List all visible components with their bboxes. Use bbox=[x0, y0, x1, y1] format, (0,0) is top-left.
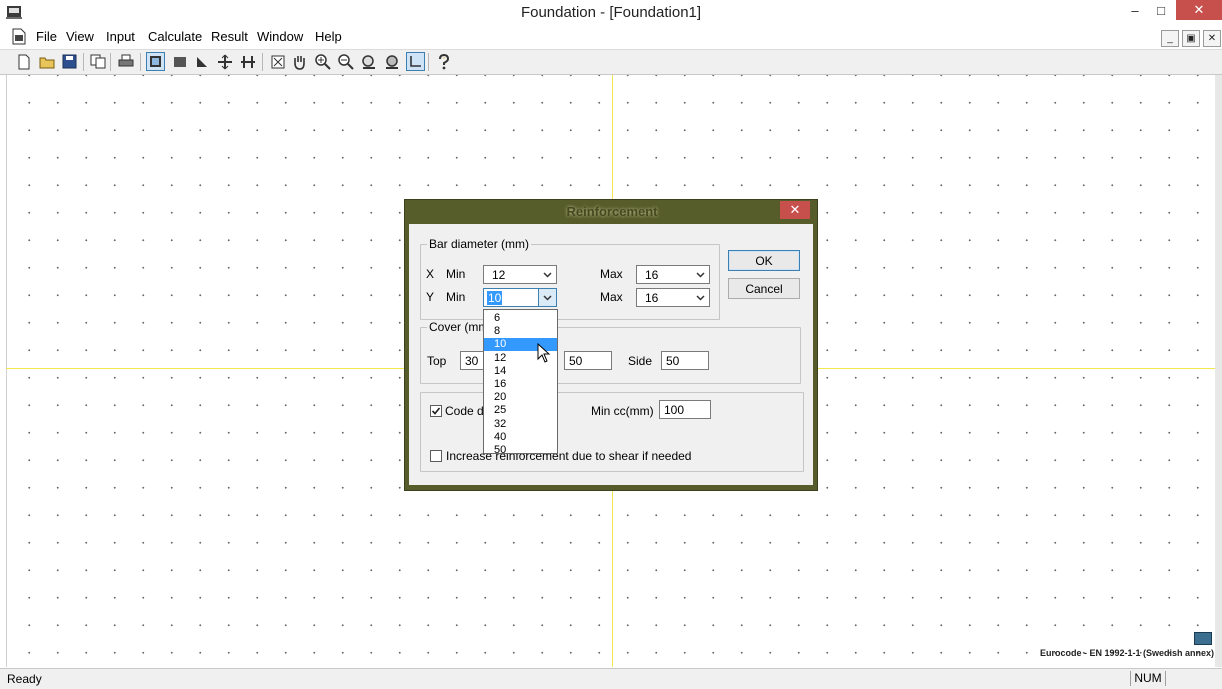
dropdown-option[interactable]: 50 bbox=[484, 444, 557, 457]
menu-input[interactable]: Input bbox=[106, 29, 135, 44]
cover-top-value: 30 bbox=[465, 354, 479, 368]
toolbar-separator bbox=[83, 53, 84, 71]
y-max-select[interactable]: 16 bbox=[636, 288, 710, 307]
chevron-down-icon[interactable] bbox=[692, 266, 709, 283]
dialog-close-button[interactable]: ✕ bbox=[780, 201, 810, 219]
dropdown-option[interactable]: 6 bbox=[484, 312, 557, 325]
dropdown-option[interactable]: 14 bbox=[484, 365, 557, 378]
dropdown-option[interactable]: 25 bbox=[484, 404, 557, 417]
x-min-label: Min bbox=[446, 267, 466, 281]
zoom-extents-icon[interactable] bbox=[268, 52, 287, 71]
pan-hand-icon[interactable] bbox=[290, 52, 309, 71]
menu-file[interactable]: File bbox=[36, 29, 57, 44]
chevron-down-icon[interactable] bbox=[538, 289, 556, 306]
orthogonal-icon[interactable] bbox=[406, 52, 425, 71]
x-max-label: Max bbox=[600, 267, 623, 281]
new-file-icon[interactable] bbox=[14, 52, 33, 71]
mouse-cursor-icon bbox=[537, 343, 551, 363]
dropdown-option[interactable]: 32 bbox=[484, 418, 557, 431]
section-icon[interactable] bbox=[192, 52, 211, 71]
min-cc-input[interactable]: 100 bbox=[659, 400, 711, 419]
x-max-value: 16 bbox=[645, 268, 659, 282]
cover-bottom-input[interactable]: 50 bbox=[564, 351, 612, 370]
status-bar: Ready NUM bbox=[0, 668, 1222, 689]
cover-side-value: 50 bbox=[666, 354, 680, 368]
maximize-button[interactable]: □ bbox=[1146, 0, 1176, 20]
vertical-scrollbar[interactable] bbox=[1215, 75, 1222, 667]
code-checkbox[interactable] bbox=[430, 405, 442, 417]
dropdown-option[interactable]: 16 bbox=[484, 378, 557, 391]
close-button[interactable]: ✕ bbox=[1176, 0, 1222, 20]
menu-window[interactable]: Window bbox=[257, 29, 303, 44]
menu-calculate[interactable]: Calculate bbox=[148, 29, 202, 44]
dropdown-option[interactable]: 40 bbox=[484, 431, 557, 444]
cover-side-label: Side bbox=[628, 354, 653, 368]
min-cc-value: 100 bbox=[664, 403, 685, 417]
resize-icon[interactable] bbox=[238, 52, 257, 71]
window-title: Foundation - [Foundation1] bbox=[520, 4, 702, 21]
dropdown-option[interactable]: 20 bbox=[484, 391, 557, 404]
min-cc-label: Min cc(mm) bbox=[591, 404, 654, 418]
y-direction-label: Y bbox=[426, 290, 435, 304]
zoom-in-icon[interactable] bbox=[313, 52, 332, 71]
y-min-dropdown-list[interactable]: 6 8 10 12 14 16 20 25 32 40 50 bbox=[483, 309, 558, 457]
zoom-previous-icon[interactable] bbox=[359, 52, 378, 71]
y-min-label: Min bbox=[446, 290, 466, 304]
mdi-restore-button[interactable]: ▣ bbox=[1182, 30, 1200, 47]
design-code-label: Eurocode - EN 1992-1-1 (Swedish annex) bbox=[1040, 648, 1215, 658]
plan-view-icon[interactable] bbox=[146, 52, 165, 71]
screen-icon[interactable] bbox=[1194, 632, 1212, 645]
toolbar-separator bbox=[262, 53, 263, 71]
zoom-window-icon[interactable] bbox=[382, 52, 401, 71]
x-direction-label: X bbox=[426, 267, 435, 281]
print-icon[interactable] bbox=[116, 52, 135, 71]
cancel-button[interactable]: Cancel bbox=[728, 278, 800, 299]
menu-result[interactable]: Result bbox=[211, 29, 248, 44]
shear-checkbox[interactable] bbox=[430, 450, 442, 462]
ok-button[interactable]: OK bbox=[728, 250, 800, 271]
cover-bottom-value: 50 bbox=[569, 354, 583, 368]
y-max-value: 16 bbox=[645, 291, 659, 305]
title-bar: Foundation - [Foundation1] – □ ✕ bbox=[0, 0, 1222, 25]
move-icon[interactable] bbox=[215, 52, 234, 71]
menu-bar: File View Input Calculate Result Window … bbox=[0, 26, 1222, 48]
status-text: Ready bbox=[7, 672, 42, 686]
toolbar-separator bbox=[140, 53, 141, 71]
save-icon[interactable] bbox=[60, 52, 79, 71]
toolbar bbox=[0, 49, 1222, 75]
x-min-select[interactable]: 12 bbox=[483, 265, 557, 284]
num-lock-indicator: NUM bbox=[1130, 671, 1166, 686]
chevron-down-icon[interactable] bbox=[692, 289, 709, 306]
chevron-down-icon[interactable] bbox=[539, 266, 556, 283]
cover-top-label: Top bbox=[427, 354, 447, 368]
menu-help[interactable]: Help bbox=[315, 29, 342, 44]
cover-side-input[interactable]: 50 bbox=[661, 351, 709, 370]
y-min-select[interactable]: 10 bbox=[483, 288, 557, 307]
mdi-minimize-button[interactable]: _ bbox=[1161, 30, 1179, 47]
mdi-close-button[interactable]: ✕ bbox=[1203, 30, 1221, 47]
bar-diameter-label: Bar diameter (mm) bbox=[427, 237, 532, 251]
open-folder-icon[interactable] bbox=[37, 52, 56, 71]
toolbar-separator bbox=[110, 53, 111, 71]
dialog-title: Reinforcement bbox=[566, 204, 658, 219]
y-min-value: 10 bbox=[487, 291, 503, 305]
x-max-select[interactable]: 16 bbox=[636, 265, 710, 284]
menu-view[interactable]: View bbox=[66, 29, 94, 44]
zoom-out-icon[interactable] bbox=[336, 52, 355, 71]
x-min-value: 12 bbox=[492, 268, 506, 282]
help-question-icon[interactable] bbox=[434, 52, 453, 71]
toolbar-separator bbox=[428, 53, 429, 71]
slab-icon[interactable] bbox=[170, 52, 189, 71]
dropdown-option[interactable]: 8 bbox=[484, 325, 557, 338]
y-max-label: Max bbox=[600, 290, 623, 304]
document-icon[interactable] bbox=[12, 28, 26, 45]
copy-icon[interactable] bbox=[88, 52, 107, 71]
